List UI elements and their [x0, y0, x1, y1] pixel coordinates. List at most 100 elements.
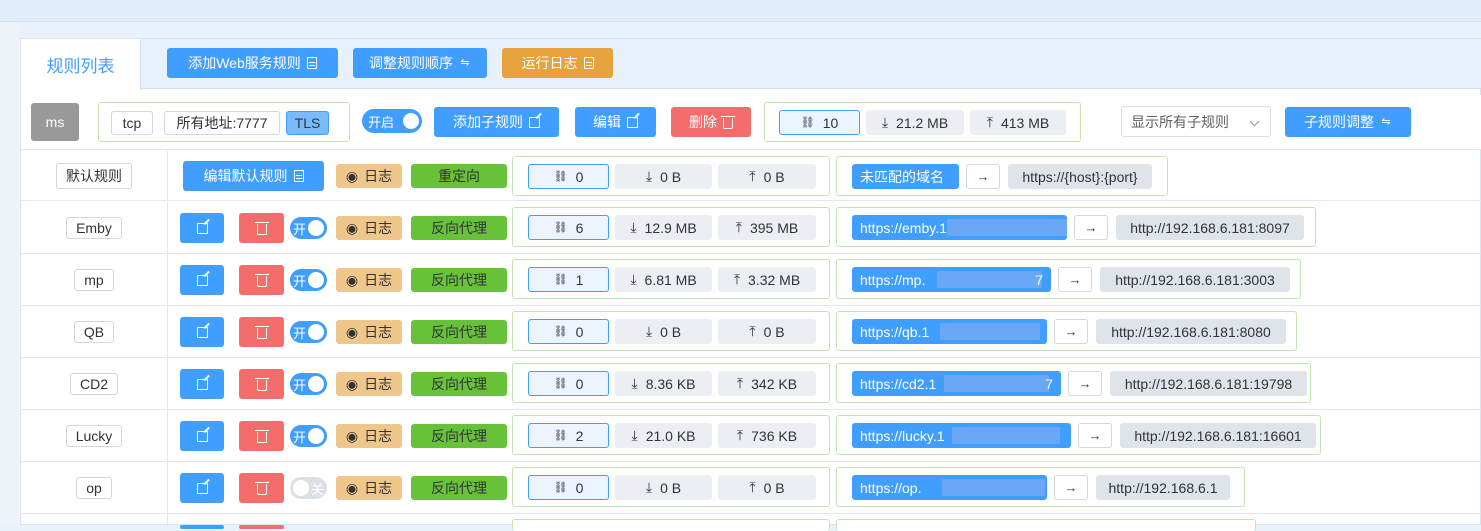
sub-rule-row: op 关 ◉ 日志 反向代理 ⛓ 0 ⤓ 0 B ⤒ 0 B https://op. →…	[21, 462, 1481, 514]
add-web-rule-label: 添加Web服务规则	[188, 55, 301, 71]
sub-rule-enable-switch[interactable]: 开	[290, 425, 327, 447]
left-sidebar-edge	[0, 22, 20, 525]
reorder-rules-label: 调整规则顺序	[369, 55, 453, 71]
sub-rule-mapping-panel: https://mp. 7 → http://192.168.6.181:300…	[836, 259, 1301, 299]
domain-value: https://mp.	[860, 271, 926, 288]
add-web-rule-button[interactable]: 添加Web服务规则	[167, 48, 338, 78]
domain-tag: https://mp. 7	[852, 267, 1051, 292]
domain-value: https://op.	[860, 479, 922, 496]
add-child-label: 添加子规则	[453, 114, 523, 130]
child-rule-filter-select[interactable]: 显示所有子规则	[1121, 106, 1271, 137]
trash-icon	[254, 377, 269, 391]
switch-knob	[308, 220, 324, 236]
sub-rule-mapping-panel	[836, 519, 1256, 531]
connection-count-value: 0	[575, 479, 584, 496]
edit-rule-button[interactable]: 编辑	[575, 107, 656, 137]
download-stat: ⤓ 6.81 MB	[615, 267, 712, 292]
switch-knob	[308, 428, 324, 444]
switch-label: 开	[293, 273, 307, 289]
download-stat: ⤓ 0 B	[615, 164, 712, 189]
log-label: 日志	[364, 272, 393, 288]
log-button[interactable]: ◉ 日志	[336, 268, 402, 292]
proxy-target: http://192.168.6.181:3003	[1100, 267, 1290, 292]
upload-icon: ⤒	[736, 427, 744, 443]
log-button[interactable]: ◉ 日志	[336, 320, 402, 344]
connection-count-value: 6	[575, 219, 584, 236]
reverse-proxy-type-tag: 反向代理	[411, 476, 507, 500]
rule-stats-panel: ⛓ 10 ⤓ 21.2 MB ⤒ 413 MB	[764, 102, 1081, 142]
connection-count-value: 0	[575, 168, 584, 185]
sub-rule-stats-panel: ⛓ 0 ⤓ 0 B ⤒ 0 B	[512, 311, 830, 351]
sub-rule-enable-switch[interactable]: 开	[290, 217, 327, 239]
tab-rule-list[interactable]: 规则列表	[21, 39, 141, 90]
redaction-blur	[952, 427, 1060, 444]
redaction-blur	[947, 219, 1067, 236]
sub-rule-enable-switch[interactable]: 开	[290, 373, 327, 395]
type-label: 反向代理	[431, 272, 487, 288]
address-tag: 所有地址:7777	[164, 111, 280, 135]
edit-icon	[196, 378, 208, 390]
reverse-proxy-type-tag: 反向代理	[411, 216, 507, 240]
sub-rule-name-cell: QB	[21, 306, 168, 357]
edit-sub-rule-button[interactable]	[180, 421, 224, 451]
edit-sub-rule-button[interactable]	[180, 525, 224, 529]
sub-rule-enable-switch[interactable]: 开	[290, 321, 327, 343]
sub-rule-stats-panel	[512, 519, 830, 531]
download-value: 21.2 MB	[896, 114, 949, 131]
child-rule-adjust-button[interactable]: 子规则调整 ⇋	[1285, 107, 1411, 137]
upload-icon: ⤒	[736, 375, 744, 391]
download-value: 0 B	[660, 479, 682, 496]
swap-icon: ⇋	[460, 57, 470, 69]
default-log-button[interactable]: ◉ 日志	[336, 164, 402, 188]
link-icon: ⛓	[553, 482, 568, 494]
sub-rule-name: Emby	[66, 216, 122, 239]
rule-header-row: ms tcp 所有地址:7777 TLS 开启 添加子规则 编辑 删除 ⛓ 10 …	[21, 95, 1481, 150]
domain-tag: https://lucky.1	[852, 423, 1071, 448]
sub-rule-enable-switch[interactable]: 关	[290, 477, 327, 499]
connection-count-value: 0	[575, 375, 584, 392]
download-value: 6.81 MB	[644, 271, 697, 288]
log-button[interactable]: ◉ 日志	[336, 216, 402, 240]
log-button[interactable]: ◉ 日志	[336, 476, 402, 500]
edit-icon	[196, 274, 208, 286]
delete-sub-rule-button[interactable]	[239, 525, 284, 529]
edit-sub-rule-button[interactable]	[180, 473, 224, 503]
connection-count: ⛓ 6	[528, 215, 609, 240]
edit-sub-rule-button[interactable]	[180, 265, 224, 295]
sub-rule-row: Emby 开 ◉ 日志 反向代理 ⛓ 6 ⤓ 12.9 MB ⤒ 395 MB http…	[21, 202, 1481, 254]
delete-sub-rule-button[interactable]	[239, 317, 284, 347]
reorder-rules-button[interactable]: 调整规则顺序 ⇋	[353, 48, 487, 78]
delete-sub-rule-button[interactable]	[239, 213, 284, 243]
upload-stat: ⤒ 342 KB	[718, 371, 816, 396]
eye-icon: ◉	[345, 375, 359, 392]
sub-rule-mapping-panel: https://emby.1 → http://192.168.6.181:80…	[836, 207, 1316, 247]
delete-sub-rule-button[interactable]	[239, 421, 284, 451]
sub-rule-name-cell: mp	[21, 254, 168, 305]
domain-tag: https://cd2.1 7	[852, 371, 1061, 396]
log-button[interactable]: ◉ 日志	[336, 372, 402, 396]
log-button[interactable]: ◉ 日志	[336, 424, 402, 448]
type-label: 反向代理	[431, 220, 487, 236]
upload-value: 342 KB	[751, 375, 798, 392]
unmatched-domain-tag: 未匹配的域名	[852, 164, 959, 189]
edit-default-rule-button[interactable]: 编辑默认规则	[183, 161, 324, 191]
switch-label: 关	[310, 481, 324, 497]
upload-stat: ⤒ 413 MB	[970, 110, 1066, 135]
document-icon	[583, 57, 594, 69]
add-child-rule-button[interactable]: 添加子规则	[434, 107, 559, 137]
delete-sub-rule-button[interactable]	[239, 473, 284, 503]
edit-sub-rule-button[interactable]	[180, 213, 224, 243]
sub-rule-enable-switch[interactable]: 开	[290, 269, 327, 291]
switch-knob	[308, 272, 324, 288]
log-label: 日志	[364, 376, 393, 392]
delete-rule-button[interactable]: 删除	[671, 107, 751, 137]
domain-value: https://lucky.1	[860, 427, 945, 444]
edit-sub-rule-button[interactable]	[180, 317, 224, 347]
proxy-target: http://192.168.6.181:16601	[1120, 423, 1316, 448]
delete-sub-rule-button[interactable]	[239, 265, 284, 295]
run-log-button[interactable]: 运行日志	[502, 48, 613, 78]
delete-sub-rule-button[interactable]	[239, 369, 284, 399]
edit-sub-rule-button[interactable]	[180, 369, 224, 399]
switch-knob	[403, 113, 419, 129]
rule-enable-switch[interactable]: 开启	[362, 109, 422, 133]
